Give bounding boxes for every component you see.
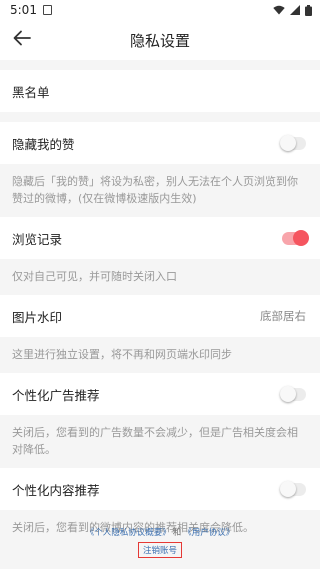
watermark-description: 这里进行独立设置，将不再和网页端水印同步	[0, 337, 320, 373]
footer: 《个人隐私协议概要》 和 《用户协议》 注销账号	[0, 526, 320, 558]
history-toggle[interactable]	[282, 229, 309, 246]
toggle-knob	[280, 385, 296, 402]
history-row: 浏览记录	[0, 217, 320, 259]
personalized-ads-toggle[interactable]	[280, 385, 306, 402]
hide-likes-row: 隐藏我的赞	[0, 122, 320, 164]
personalized-ads-description: 关闭后，您看到的广告数量不会减少，但是广告相关度会相对降低。	[0, 415, 320, 468]
toggle-knob	[280, 480, 296, 497]
arrow-left-icon	[13, 30, 31, 50]
personalized-ads-row: 个性化广告推荐	[0, 373, 320, 415]
status-bar: 5:01	[0, 0, 320, 20]
cancel-account-highlight: 注销账号	[137, 542, 182, 558]
battery-icon	[305, 4, 312, 16]
toggle-knob	[280, 134, 296, 151]
signal-icon	[290, 5, 300, 15]
watermark-label: 图片水印	[12, 309, 63, 325]
personalized-content-label: 个性化内容推荐	[12, 482, 100, 498]
hide-likes-description: 隐藏后「我的赞」将设为私密，别人无法在个人页浏览到你赞过的微博，(仅在微博极速版…	[0, 164, 320, 217]
personalized-content-row: 个性化内容推荐	[0, 468, 320, 510]
history-label: 浏览记录	[12, 231, 63, 247]
watermark-value: 底部居右	[260, 309, 306, 323]
hide-likes-toggle[interactable]	[280, 134, 306, 151]
nav-bar: 隐私设置	[0, 20, 320, 60]
blacklist-row[interactable]: 黑名单	[0, 70, 320, 112]
toggle-knob	[293, 229, 309, 246]
blacklist-label: 黑名单	[12, 84, 50, 100]
page-title: 隐私设置	[129, 31, 190, 50]
and-text: 和	[172, 528, 182, 538]
user-agreement-link[interactable]: 《用户协议》	[183, 526, 234, 538]
history-description: 仅对自己可见，并可随时关闭入口	[0, 259, 320, 295]
agreement-links: 《个人隐私协议概要》 和 《用户协议》	[0, 526, 320, 538]
status-time: 5:01	[10, 3, 37, 17]
wifi-icon	[273, 5, 285, 15]
personalized-content-toggle[interactable]	[280, 480, 306, 497]
watermark-row[interactable]: 图片水印 底部居右	[0, 295, 320, 337]
back-button[interactable]	[6, 24, 38, 56]
hide-likes-label: 隐藏我的赞	[12, 136, 75, 152]
sim-icon	[42, 5, 52, 15]
personalized-ads-label: 个性化广告推荐	[12, 387, 100, 403]
privacy-summary-link[interactable]: 《个人隐私协议概要》	[86, 526, 171, 538]
cancel-account-link[interactable]: 注销账号	[143, 546, 177, 556]
